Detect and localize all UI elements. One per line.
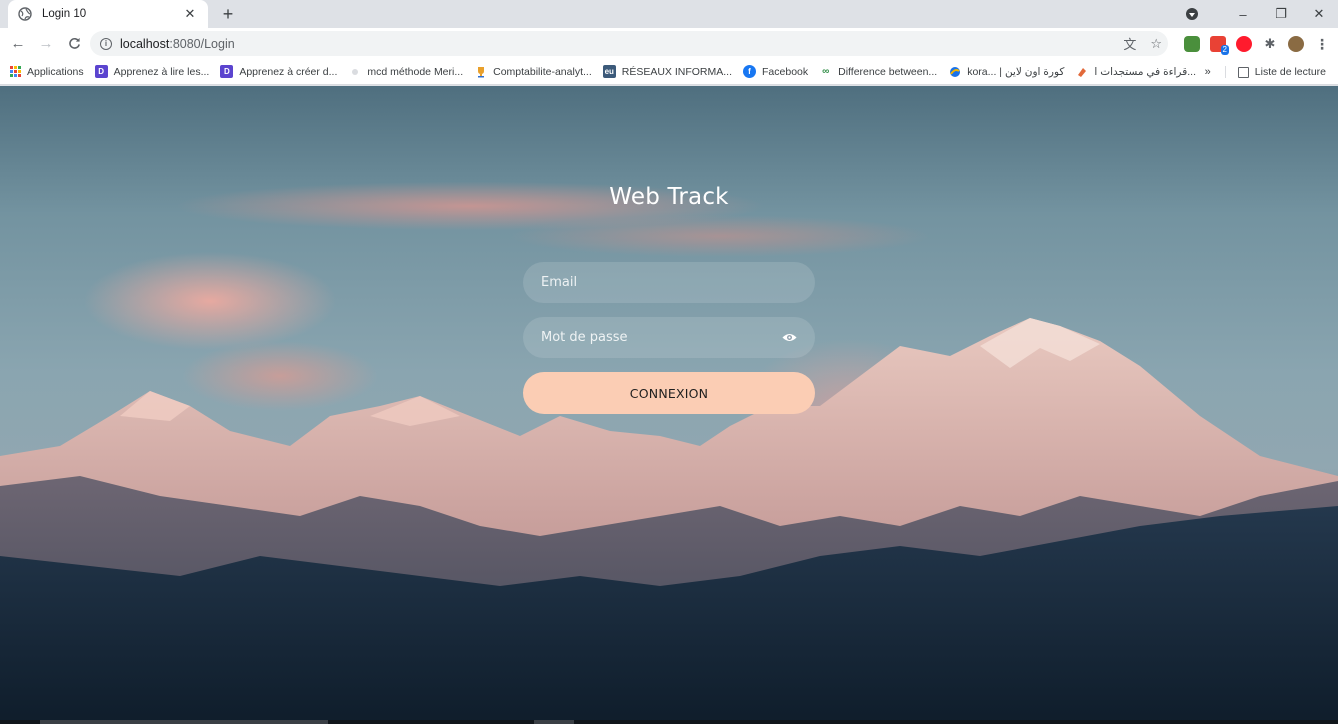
d-logo-icon: D — [94, 65, 108, 78]
reading-list-button[interactable]: Liste de lecture — [1224, 66, 1326, 78]
forward-button[interactable]: → — [33, 31, 59, 57]
bookmark-item[interactable]: eu RÉSEAUX INFORMA... — [602, 65, 733, 78]
bookmarks-bar: Applications D Apprenez à lire les... D … — [0, 59, 1338, 85]
taskbar-segment — [40, 720, 328, 724]
restore-button[interactable]: ❐ — [1262, 0, 1300, 28]
email-input[interactable] — [541, 275, 797, 290]
opera-icon[interactable] — [1236, 35, 1252, 52]
window-controls: – ❐ ✕ — [1186, 0, 1338, 28]
login-page: Web Track CONNEXION — [0, 86, 1338, 724]
globe-icon — [18, 7, 32, 21]
back-button[interactable]: ← — [5, 31, 31, 57]
minimize-button[interactable]: – — [1224, 0, 1262, 28]
eye-icon[interactable] — [781, 330, 797, 346]
kora-icon — [948, 65, 961, 78]
tab-strip: Login 10 ✕ + – ❐ ✕ — [0, 0, 1338, 28]
password-input[interactable] — [541, 330, 781, 345]
geeks-icon: ∞ — [822, 66, 830, 77]
bookmarks-right: » Liste de lecture — [1205, 59, 1326, 85]
bookmark-label: Difference between... — [838, 65, 938, 78]
close-tab-icon[interactable]: ✕ — [182, 6, 198, 22]
close-window-button[interactable]: ✕ — [1300, 0, 1338, 28]
extensions-area: ✱ ⋮ — [1184, 31, 1330, 56]
dot-icon — [348, 65, 361, 78]
bookmark-label: Apprenez à créer d... — [239, 65, 338, 78]
bookmark-label: kora... | كورة اون لاين — [967, 65, 1065, 78]
taskbar-strip — [0, 720, 1338, 724]
site-info-icon[interactable]: i — [100, 37, 112, 50]
trophy-icon — [474, 65, 487, 78]
browser-toolbar: ← → i localhost:8080/Login ⽂ ☆ ✱ ⋮ — [0, 28, 1338, 59]
reading-list-label: Liste de lecture — [1254, 66, 1326, 78]
bookmark-item[interactable]: Comptabilite-analyt... — [474, 65, 592, 78]
bookmark-label: Facebook — [762, 65, 809, 78]
reading-list-icon — [1237, 66, 1249, 78]
url-path: :8080/Login — [169, 36, 235, 51]
taskbar-segment — [534, 720, 574, 724]
facebook-icon: f — [743, 65, 757, 78]
bookmark-label: mcd méthode Meri... — [367, 65, 464, 78]
avatar[interactable] — [1288, 35, 1304, 52]
tab-title: Login 10 — [42, 8, 87, 20]
star-icon[interactable]: ☆ — [1150, 36, 1162, 52]
address-bar[interactable]: i localhost:8080/Login ⽂ ☆ — [90, 31, 1168, 56]
bookmark-item[interactable]: ∞ Difference between... — [819, 65, 937, 78]
bookmark-item[interactable]: D Apprenez à créer d... — [220, 65, 337, 78]
book-icon — [1075, 65, 1088, 78]
email-field[interactable] — [523, 262, 815, 303]
menu-dots-icon[interactable]: ⋮ — [1314, 36, 1330, 52]
new-tab-button[interactable]: + — [218, 4, 238, 24]
url-text[interactable]: localhost:8080/Login — [120, 37, 235, 51]
bookmark-item[interactable]: f Facebook — [743, 65, 808, 78]
browser-tab[interactable]: Login 10 ✕ — [8, 0, 208, 28]
d-logo-icon: D — [220, 65, 234, 78]
bookmark-item[interactable]: قراءة في مستجدات ا... — [1075, 65, 1196, 78]
bookmark-applications[interactable]: Applications — [10, 66, 84, 78]
extension-green-icon[interactable] — [1184, 35, 1200, 52]
apps-grid-icon — [10, 66, 21, 77]
password-field[interactable] — [523, 317, 815, 358]
bookmark-label: Comptabilite-analyt... — [493, 65, 592, 78]
reload-icon — [68, 37, 80, 49]
bookmark-item[interactable]: mcd méthode Meri... — [348, 65, 463, 78]
puzzle-icon[interactable]: ✱ — [1262, 36, 1278, 52]
bookmark-label: Applications — [27, 65, 84, 78]
bookmark-item[interactable]: D Apprenez à lire les... — [94, 65, 210, 78]
eu-logo-icon: eu — [602, 65, 616, 78]
login-button[interactable]: CONNEXION — [523, 372, 815, 414]
extension-badge-icon[interactable] — [1210, 35, 1230, 55]
bookmark-label: RÉSEAUX INFORMA... — [621, 65, 733, 78]
bookmark-label: Apprenez à lire les... — [113, 65, 210, 78]
page-title: Web Track — [609, 184, 729, 210]
more-bookmarks-icon[interactable]: » — [1205, 66, 1211, 78]
translate-icon[interactable]: ⽂ — [1123, 34, 1136, 53]
bookmark-label: قراءة في مستجدات ا... — [1094, 65, 1196, 78]
reload-button[interactable] — [61, 31, 87, 57]
url-host: localhost — [120, 36, 170, 51]
tab-search-icon[interactable] — [1186, 8, 1198, 20]
bookmark-item[interactable]: kora... | كورة اون لاين — [948, 65, 1064, 78]
